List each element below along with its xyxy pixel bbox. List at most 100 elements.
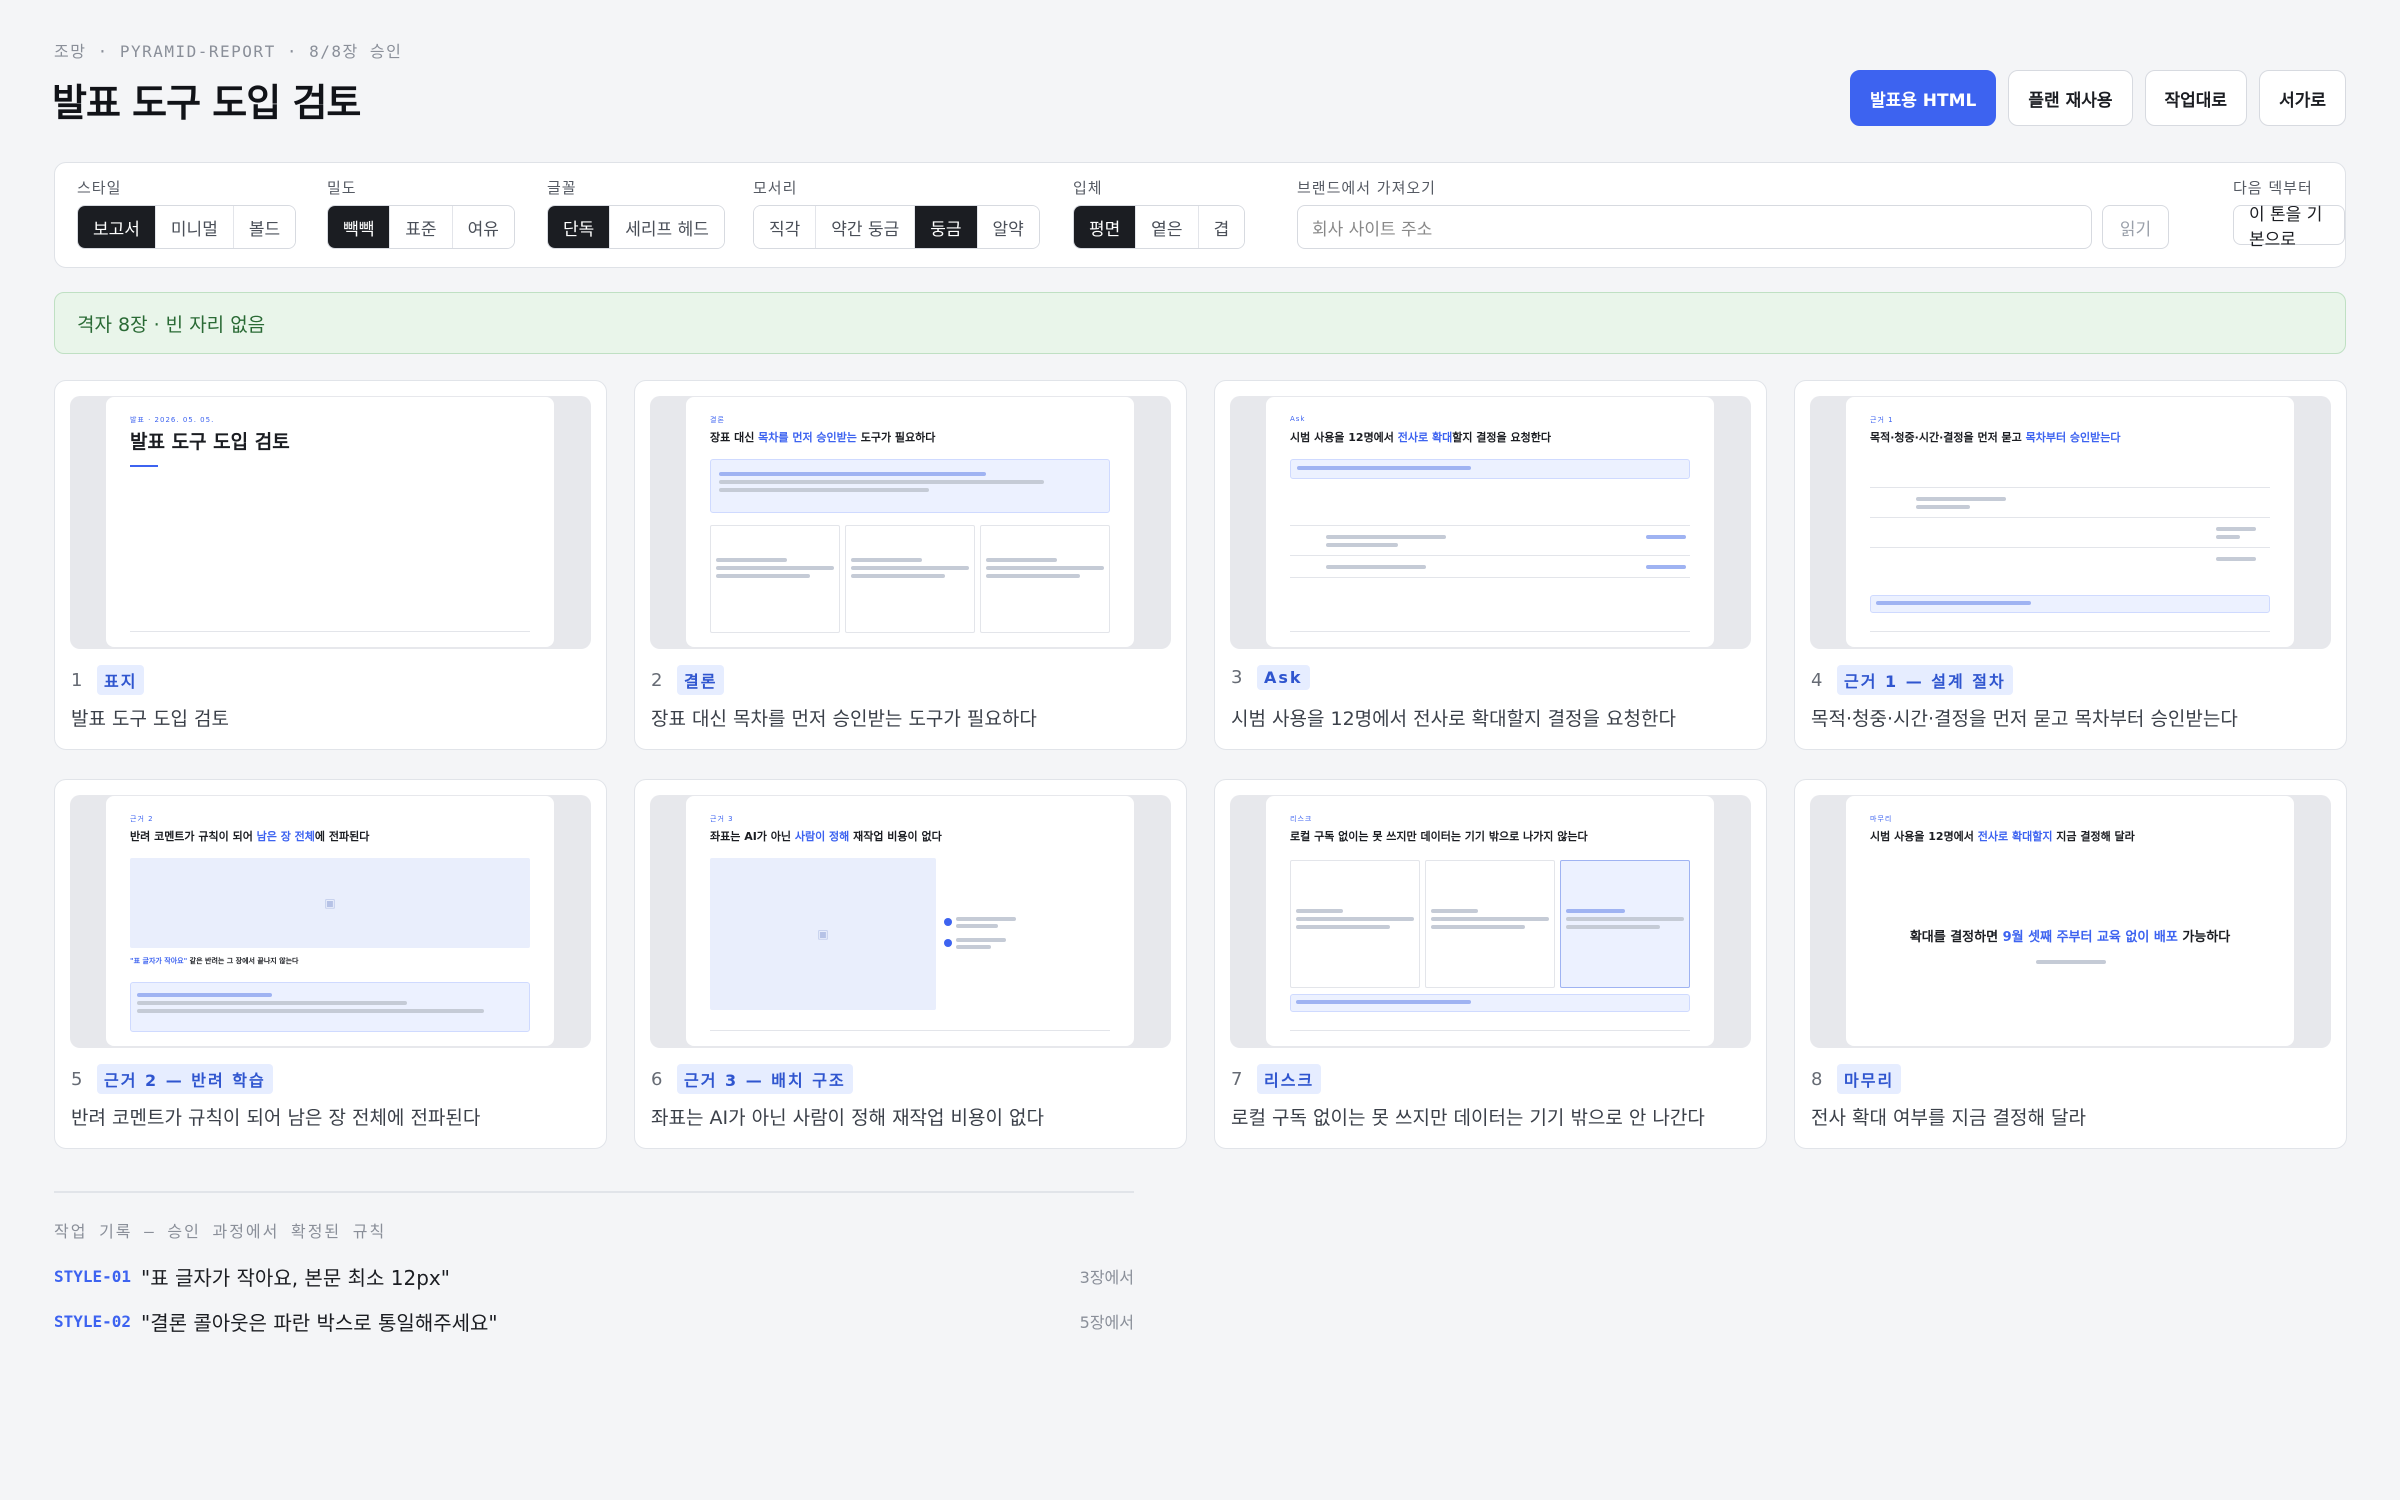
- slide-title: 전사 확대 여부를 지금 결정해 달라: [1811, 1107, 2086, 1129]
- slide-role-tag: 마무리: [1837, 1064, 1902, 1094]
- to-shelf-button[interactable]: 서가로: [2259, 70, 2346, 126]
- slide-preview: Ask 시범 사용을 12명에서 전사로 확대할지 결정을 요청한다: [1266, 397, 1714, 647]
- slide-card-6[interactable]: 근거 3 좌표는 AI가 아닌 사람이 정해 재작업 비용이 없다 ▣ 6 근거 …: [634, 779, 1187, 1149]
- read-button[interactable]: 읽기: [2102, 205, 2169, 249]
- slide-role-tag: 근거 1 — 설계 절차: [1837, 665, 2013, 695]
- depth-segmented: 평면 옅은 겹: [1073, 205, 1246, 249]
- slide-number: 6: [651, 1068, 663, 1090]
- corner-option-square[interactable]: 직각: [754, 206, 817, 248]
- slide-number: 5: [71, 1068, 83, 1090]
- corner-option-slight[interactable]: 약간 둥금: [816, 206, 916, 248]
- callout-box: [1870, 595, 2270, 613]
- slide-thumbnail: 근거 2 반려 코멘트가 규칙이 되어 남은 장 전체에 전파된다 ▣ "표 글…: [70, 795, 591, 1048]
- slide-card-2[interactable]: 결론 장표 대신 목차를 먼저 승인받는 도구가 필요하다 2 결론 장표 대신 …: [634, 380, 1187, 750]
- column-box: [1290, 860, 1420, 988]
- depth-option-layered[interactable]: 겹: [1198, 206, 1245, 248]
- corner-group: 모서리 직각 약간 둥금 둥금 알약: [731, 177, 1040, 249]
- corner-option-pill[interactable]: 알약: [977, 206, 1039, 248]
- depth-option-flat[interactable]: 평면: [1074, 206, 1137, 248]
- log-title: 작업 기록 — 승인 과정에서 확정된 규칙: [54, 1222, 387, 1241]
- slide-heading: 반려 코멘트가 규칙이 되어 남은 장 전체에 전파된다: [130, 830, 370, 843]
- style-option-report[interactable]: 보고서: [78, 206, 156, 248]
- slide-card-4[interactable]: 근거 1 목적·청중·시간·결정을 먼저 묻고 목차부터 승인받는다 4 근거 1…: [1794, 380, 2347, 750]
- slide-footer: [1290, 631, 1690, 641]
- callout-box: [1290, 459, 1690, 479]
- column-box: [710, 525, 840, 633]
- rule-row: STYLE-02 "결론 콜아웃은 파란 박스로 통일해주세요" 5장에서: [54, 1306, 1134, 1336]
- slide-number: 4: [1811, 669, 1823, 691]
- slide-number: 8: [1811, 1068, 1823, 1090]
- font-label: 글꼴: [547, 179, 577, 197]
- density-option-loose[interactable]: 여유: [452, 206, 514, 248]
- style-option-bold[interactable]: 볼드: [233, 206, 296, 248]
- slide-kicker: Ask: [1290, 415, 1306, 423]
- slide-card-7[interactable]: 리스크 로컬 구독 없이는 못 쓰지만 데이터는 기기 밖으로 나가지 않는다 …: [1214, 779, 1767, 1149]
- column-box: [845, 525, 975, 633]
- corner-option-rounded[interactable]: 둥금: [915, 206, 978, 248]
- rule-quote: "표 글자가 작아요, 본문 최소 12px": [141, 1265, 450, 1290]
- rule-row: STYLE-01 "표 글자가 작아요, 본문 최소 12px" 3장에서: [54, 1261, 1134, 1291]
- slide-preview: 근거 1 목적·청중·시간·결정을 먼저 묻고 목차부터 승인받는다: [1846, 397, 2294, 647]
- slide-thumbnail: 리스크 로컬 구독 없이는 못 쓰지만 데이터는 기기 밖으로 나가지 않는다: [1230, 795, 1751, 1048]
- column-box-highlighted: [1560, 860, 1690, 988]
- slide-thumbnail: Ask 시범 사용을 12명에서 전사로 확대할지 결정을 요청한다: [1230, 396, 1751, 649]
- font-option-serif-head[interactable]: 세리프 헤드: [610, 206, 724, 248]
- slide-kicker: 근거 3: [710, 815, 734, 823]
- slide-footer: [1290, 1030, 1690, 1040]
- next-deck-group: 다음 덱부터 이 톤을 기본으로: [2211, 177, 2345, 250]
- breadcrumb: 조망 · PYRAMID-REPORT · 8/8장 승인: [54, 42, 403, 61]
- slide-role-tag: 근거 3 — 배치 구조: [677, 1064, 853, 1094]
- style-segmented: 보고서 미니멀 볼드: [77, 205, 297, 249]
- rule-id: STYLE-02: [54, 1311, 132, 1331]
- slide-heading: 장표 대신 목차를 먼저 승인받는 도구가 필요하다: [710, 431, 936, 444]
- callout-box: [1290, 994, 1690, 1012]
- density-option-standard[interactable]: 표준: [390, 206, 453, 248]
- density-option-dense[interactable]: 빽빽: [328, 206, 391, 248]
- style-group: 스타일 보고서 미니멀 볼드: [55, 177, 297, 249]
- slide-heading: 좌표는 AI가 아닌 사람이 정해 재작업 비용이 없다: [710, 830, 942, 843]
- slide-heading: 시범 사용을 12명에서 전사로 확대할지 결정을 요청한다: [1290, 431, 1551, 444]
- slide-preview: 마무리 시범 사용을 12명에서 전사로 확대할지 지금 결정해 달라 확대를 …: [1846, 796, 2294, 1046]
- brand-group: 브랜드에서 가져오기 회사 사이트 주소 읽기: [1275, 177, 2169, 249]
- slide-heading: 로컬 구독 없이는 못 쓰지만 데이터는 기기 밖으로 나가지 않는다: [1290, 830, 1588, 843]
- slide-card-8[interactable]: 마무리 시범 사용을 12명에서 전사로 확대할지 지금 결정해 달라 확대를 …: [1794, 779, 2347, 1149]
- slide-role-tag: 결론: [677, 665, 725, 695]
- slide-title: 시범 사용을 12명에서 전사로 확대할지 결정을 요청한다: [1231, 708, 1676, 730]
- log-divider: [54, 1191, 1134, 1193]
- slide-title: 반려 코멘트가 규칙이 되어 남은 장 전체에 전파된다: [71, 1107, 481, 1129]
- slide-footer: [710, 1030, 1110, 1040]
- slide-number: 7: [1231, 1068, 1243, 1090]
- slide-footer: [1870, 631, 2270, 641]
- slide-heading: 목적·청중·시간·결정을 먼저 묻고 목차부터 승인받는다: [1870, 431, 2121, 444]
- brand-url-input[interactable]: 회사 사이트 주소: [1297, 205, 2092, 249]
- font-segmented: 단독 세리프 헤드: [547, 205, 725, 249]
- slide-number: 3: [1231, 667, 1243, 688]
- slide-kicker: 결론: [710, 416, 725, 424]
- slide-card-3[interactable]: Ask 시범 사용을 12명에서 전사로 확대할지 결정을 요청한다 3 Ask …: [1214, 380, 1767, 750]
- reuse-plan-button[interactable]: 플랜 재사용: [2008, 70, 2133, 126]
- font-option-single[interactable]: 단독: [548, 206, 611, 248]
- slide-card-1[interactable]: 발표 · 2026. 05. 05. 발표 도구 도입 검토 1 표지 발표 도구…: [54, 380, 607, 750]
- slide-title: 목적·청중·시간·결정을 먼저 묻고 목차부터 승인받는다: [1811, 708, 2238, 730]
- slide-thumbnail: 마무리 시범 사용을 12명에서 전사로 확대할지 지금 결정해 달라 확대를 …: [1810, 795, 2331, 1048]
- slide-number: 1: [71, 669, 83, 691]
- slide-role-tag: Ask: [1257, 665, 1310, 690]
- callout-box: [710, 459, 1110, 513]
- slide-card-5[interactable]: 근거 2 반려 코멘트가 규칙이 되어 남은 장 전체에 전파된다 ▣ "표 글…: [54, 779, 607, 1149]
- next-deck-label: 다음 덱부터: [2233, 179, 2313, 197]
- slide-heading: 시범 사용을 12명에서 전사로 확대할지 지금 결정해 달라: [1870, 830, 2135, 843]
- step-marker: [944, 939, 952, 947]
- slide-preview: 근거 3 좌표는 AI가 아닌 사람이 정해 재작업 비용이 없다 ▣: [686, 796, 1134, 1046]
- depth-label: 입체: [1073, 179, 1103, 197]
- set-default-tone-button[interactable]: 이 톤을 기본으로: [2233, 205, 2345, 250]
- depth-option-light[interactable]: 옅은: [1136, 206, 1199, 248]
- slide-thumbnail: 결론 장표 대신 목차를 먼저 승인받는 도구가 필요하다: [650, 396, 1171, 649]
- density-segmented: 빽빽 표준 여유: [327, 205, 515, 249]
- style-option-minimal[interactable]: 미니멀: [155, 206, 234, 248]
- step-marker: [944, 918, 952, 926]
- slide-thumbnail: 근거 1 목적·청중·시간·결정을 먼저 묻고 목차부터 승인받는다: [1810, 396, 2331, 649]
- to-workbench-button[interactable]: 작업대로: [2144, 70, 2248, 126]
- slide-heading: 발표 도구 도입 검토: [130, 431, 290, 453]
- present-html-button[interactable]: 발표용 HTML: [1849, 70, 1997, 126]
- slide-kicker: 발표 · 2026. 05. 05.: [130, 416, 215, 424]
